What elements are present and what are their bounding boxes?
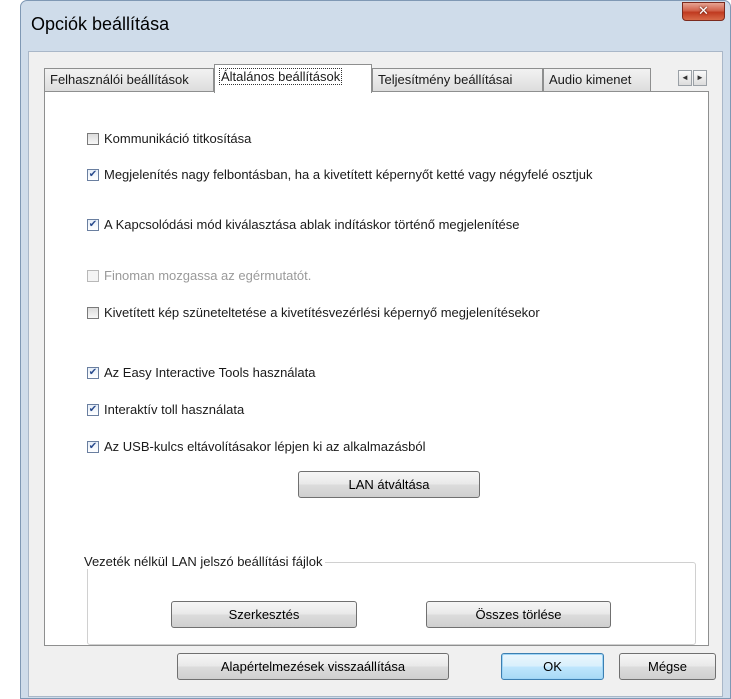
checkbox[interactable] — [87, 440, 99, 453]
dialog-title: Opciók beállítása — [31, 14, 170, 34]
option-pause-projection[interactable]: Kivetített kép szüneteltetése a kivetíté… — [87, 305, 540, 320]
tab-audio-output[interactable]: Audio kimenet — [543, 68, 651, 92]
option-label: Megjelenítés nagy felbontásban, ha a kiv… — [104, 167, 593, 182]
checkbox[interactable] — [87, 132, 99, 145]
close-button[interactable]: ✕ — [682, 2, 725, 21]
tab-general-settings[interactable]: Általános beállítások — [214, 64, 372, 93]
cancel-button[interactable]: Mégse — [619, 653, 716, 680]
option-show-connection-mode-window[interactable]: A Kapcsolódási mód kiválasztása ablak in… — [87, 217, 520, 232]
option-encrypt-communication[interactable]: Kommunikáció titkosítása — [87, 131, 251, 146]
lan-switch-button[interactable]: LAN átváltása — [298, 471, 480, 498]
tab-scroll-buttons: ◄ ► — [678, 70, 707, 86]
checkbox[interactable] — [87, 168, 99, 181]
restore-defaults-button[interactable]: Alapértelmezések visszaállítása — [177, 653, 449, 680]
ok-button[interactable]: OK — [501, 653, 604, 680]
tab-label: Teljesítmény beállításai — [378, 72, 513, 87]
option-label: Az Easy Interactive Tools használata — [104, 365, 316, 380]
checkbox[interactable] — [87, 306, 99, 319]
tab-label: Általános beállítások — [218, 68, 343, 85]
options-dialog: Opciók beállítása ✕ Felhasználói beállít… — [20, 0, 731, 699]
checkbox[interactable] — [87, 366, 99, 379]
option-label: Kivetített kép szüneteltetése a kivetíté… — [104, 305, 540, 320]
checkbox[interactable] — [87, 218, 99, 231]
option-label: Finoman mozgassa az egérmutatót. — [104, 268, 312, 283]
edit-button[interactable]: Szerkesztés — [171, 601, 357, 628]
tab-label: Audio kimenet — [549, 72, 632, 87]
tab-scroll-left-icon[interactable]: ◄ — [678, 70, 692, 86]
group-label: Vezeték nélkül LAN jelszó beállítási fáj… — [81, 554, 326, 569]
option-label: A Kapcsolódási mód kiválasztása ablak in… — [104, 217, 520, 232]
close-icon: ✕ — [698, 4, 709, 19]
option-label: Interaktív toll használata — [104, 402, 245, 417]
option-label: Az USB-kulcs eltávolításakor lépjen ki a… — [104, 439, 426, 454]
tab-performance-settings[interactable]: Teljesítmény beállításai — [372, 68, 543, 92]
option-exit-on-usb-removal[interactable]: Az USB-kulcs eltávolításakor lépjen ki a… — [87, 439, 426, 454]
option-smooth-mouse-pointer: Finoman mozgassa az egérmutatót. — [87, 268, 311, 283]
tab-label: Felhasználói beállítások — [50, 72, 189, 87]
tab-user-settings[interactable]: Felhasználói beállítások — [44, 68, 214, 92]
dialog-client-area: Felhasználói beállítások Általános beáll… — [28, 51, 723, 697]
general-settings-panel: Kommunikáció titkosítása Megjelenítés na… — [44, 91, 709, 646]
option-use-interactive-pen[interactable]: Interaktív toll használata — [87, 402, 244, 417]
option-high-resolution-split[interactable]: Megjelenítés nagy felbontásban, ha a kiv… — [87, 167, 593, 182]
delete-all-button[interactable]: Összes törlése — [426, 601, 611, 628]
option-label: Kommunikáció titkosítása — [104, 131, 252, 146]
tab-scroll-right-icon[interactable]: ► — [693, 70, 707, 86]
tab-strip: Felhasználói beállítások Általános beáll… — [44, 64, 709, 93]
checkbox[interactable] — [87, 403, 99, 416]
checkbox — [87, 269, 99, 282]
option-use-easy-interactive-tools[interactable]: Az Easy Interactive Tools használata — [87, 365, 316, 380]
